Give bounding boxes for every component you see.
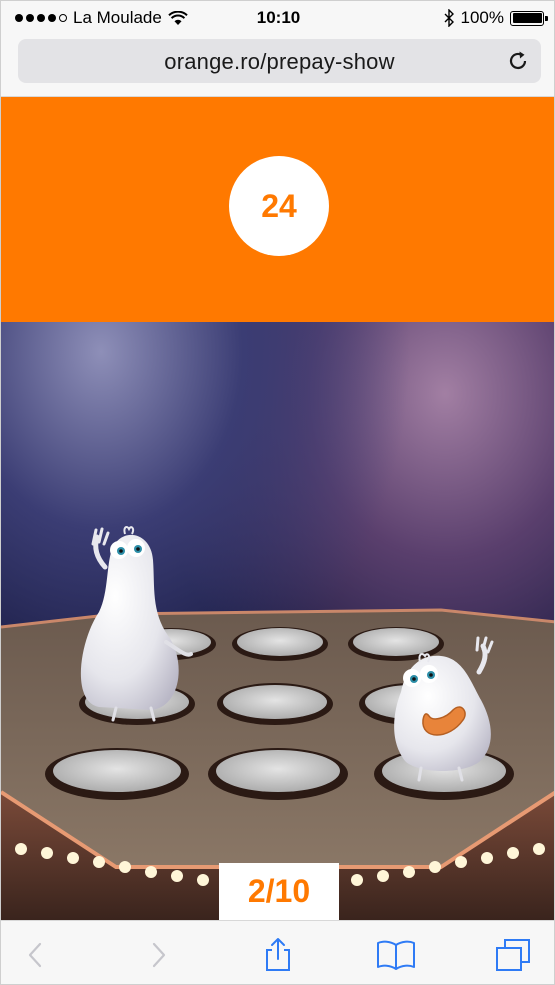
battery-percent: 100% bbox=[460, 8, 504, 27]
phone-screen: La Moulade 10:10 100% orange.ro/prepay-s… bbox=[0, 0, 555, 985]
round-progress: 2/10 bbox=[219, 863, 339, 920]
battery-icon bbox=[510, 10, 548, 26]
reload-icon[interactable] bbox=[505, 48, 531, 74]
share-icon bbox=[266, 938, 290, 971]
battery-level bbox=[512, 13, 542, 23]
game-scene bbox=[1, 322, 554, 920]
status-bar: La Moulade 10:10 100% bbox=[1, 1, 554, 35]
back-button[interactable] bbox=[15, 935, 55, 975]
bookmarks-button[interactable] bbox=[376, 935, 416, 975]
status-right: 100% bbox=[443, 8, 548, 28]
share-button[interactable] bbox=[258, 935, 298, 975]
browser-toolbar bbox=[1, 920, 554, 984]
countdown-timer: 24 bbox=[229, 156, 329, 256]
hole[interactable] bbox=[217, 683, 333, 725]
chevron-left-icon bbox=[28, 942, 42, 968]
url-text: orange.ro/prepay-show bbox=[164, 49, 395, 74]
tabs-button[interactable] bbox=[493, 935, 533, 975]
hole[interactable] bbox=[232, 627, 328, 661]
tabs-icon bbox=[496, 939, 530, 971]
forward-button[interactable] bbox=[139, 935, 179, 975]
url-field[interactable]: orange.ro/prepay-show bbox=[18, 39, 541, 83]
browser-address-area: orange.ro/prepay-show bbox=[1, 35, 554, 97]
hole[interactable] bbox=[208, 748, 348, 800]
timer-banner: 24 bbox=[1, 97, 554, 322]
bluetooth-icon bbox=[444, 9, 454, 27]
hole[interactable] bbox=[45, 748, 189, 800]
stage-illustration bbox=[1, 525, 554, 920]
book-icon bbox=[377, 940, 415, 970]
chevron-right-icon bbox=[152, 942, 166, 968]
